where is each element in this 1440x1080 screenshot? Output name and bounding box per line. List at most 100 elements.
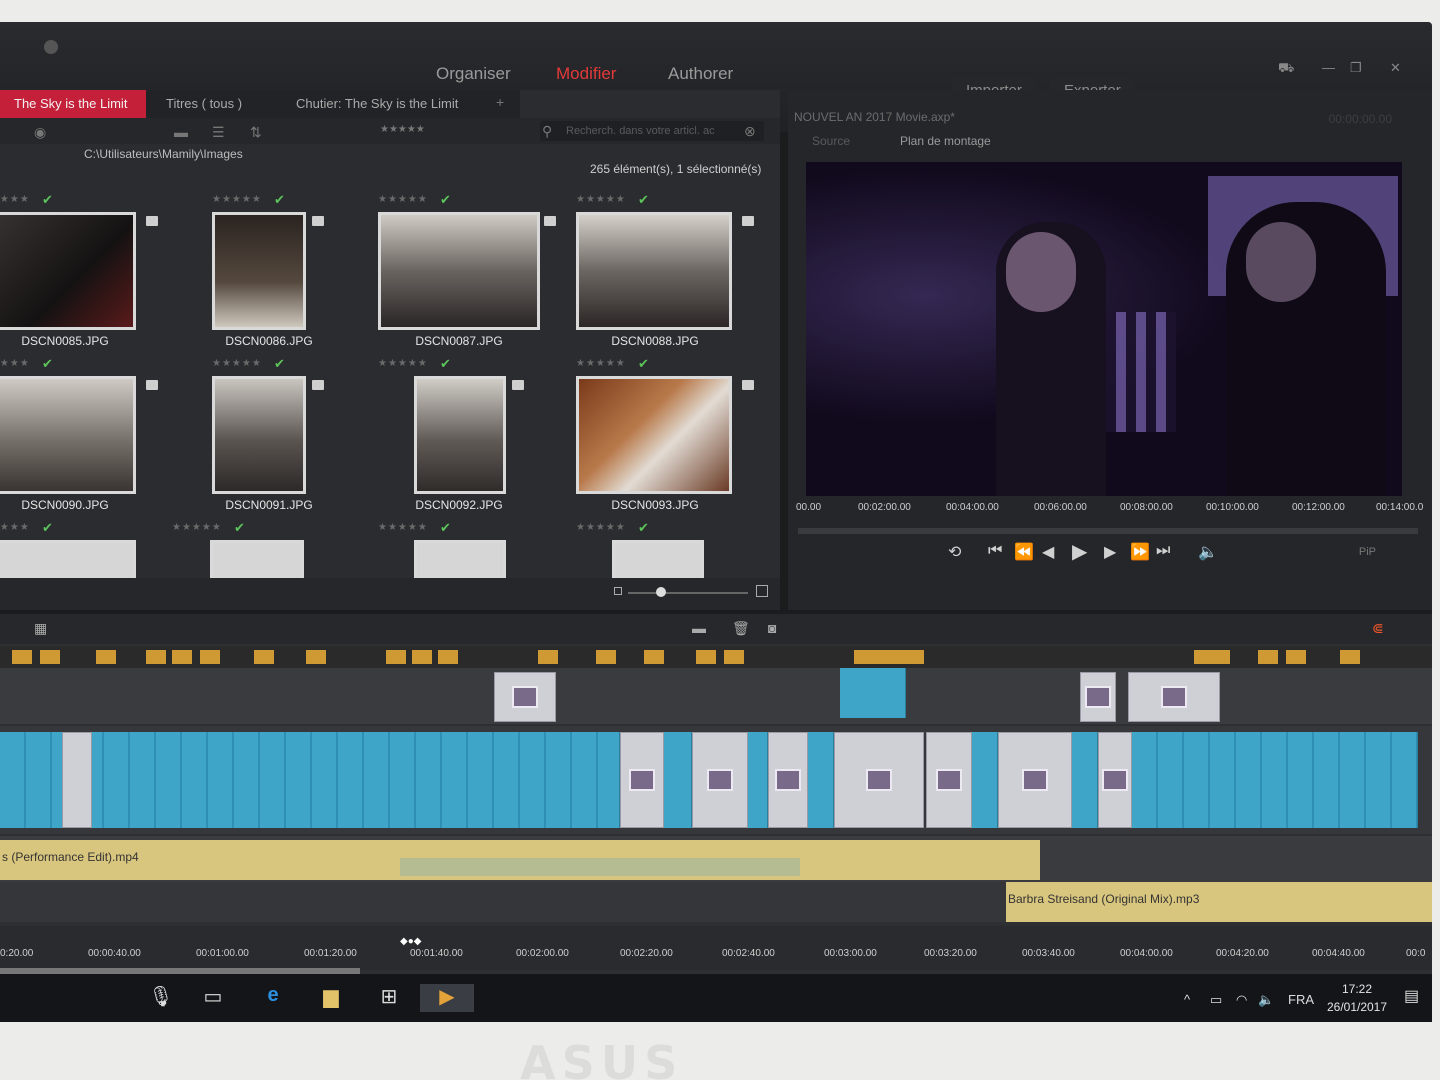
rating-filter-icon[interactable]: ★★★★★	[380, 124, 425, 135]
audio-clip[interactable]: Barbra Streisand (Original Mix).mp3	[1006, 882, 1432, 922]
play-icon[interactable]: ▶	[1072, 539, 1087, 564]
playhead-marker[interactable]: ◆●◆	[400, 936, 421, 947]
transition-clip[interactable]	[62, 732, 92, 828]
minimize-icon[interactable]: —	[1322, 60, 1335, 75]
marker[interactable]	[306, 650, 326, 664]
folder-icon[interactable]	[742, 380, 754, 390]
marker[interactable]	[596, 650, 616, 664]
media-item[interactable]: ★★★★★ ✔ DSCN0093.JPG	[576, 356, 766, 523]
rating-stars[interactable]: ★★★★★	[378, 522, 428, 533]
media-item[interactable]: ★★★★★ ✔ DSCN0087.JPG	[378, 192, 568, 359]
title-clip[interactable]	[620, 732, 664, 828]
language-indicator[interactable]: FRA	[1288, 992, 1314, 1007]
zoom-large-icon[interactable]	[756, 585, 768, 597]
battery-icon[interactable]: ▭	[1210, 992, 1222, 1008]
rating-stars[interactable]: ★★★★★	[212, 358, 262, 369]
marker[interactable]	[40, 650, 60, 664]
marker[interactable]	[724, 650, 744, 664]
marker[interactable]	[172, 650, 192, 664]
scrubber[interactable]	[798, 528, 1418, 534]
photo-clips[interactable]	[1132, 732, 1418, 828]
zoom-small-icon[interactable]	[614, 587, 622, 595]
tab-collection[interactable]: Chutier: The Sky is the Limit	[282, 90, 472, 118]
zoom-slider[interactable]	[628, 592, 748, 594]
marker[interactable]	[696, 650, 716, 664]
grid-icon[interactable]: ▦	[34, 620, 47, 637]
folder-icon[interactable]: ▬	[174, 124, 188, 140]
add-tab-icon[interactable]: +	[496, 94, 504, 110]
preview-ruler[interactable]: 00.00 00:02:00.00 00:04:00.00 00:06:00.0…	[796, 496, 1426, 532]
trash-icon[interactable]: 🗑	[732, 620, 750, 637]
edge-icon[interactable]: e	[258, 984, 288, 1012]
title-clip[interactable]	[834, 732, 924, 828]
marker[interactable]	[1258, 650, 1278, 664]
folder-icon[interactable]	[312, 216, 324, 226]
zoom-slider-handle[interactable]	[656, 587, 666, 597]
folder-icon[interactable]	[742, 216, 754, 226]
maximize-icon[interactable]: ❐	[1350, 60, 1362, 76]
marker[interactable]	[538, 650, 558, 664]
step-back-icon[interactable]: ◀	[1042, 542, 1054, 562]
marker[interactable]	[854, 650, 924, 664]
rating-stars[interactable]: ★★★★★	[0, 194, 30, 205]
rating-stars[interactable]: ★★★★★	[378, 194, 428, 205]
tab-source[interactable]: Source	[812, 134, 850, 148]
previous-icon[interactable]: ⏪	[1014, 542, 1034, 562]
filter-icon[interactable]: ◉	[34, 124, 46, 141]
rating-stars[interactable]: ★★★★★	[576, 358, 626, 369]
photo-clip[interactable]	[1072, 732, 1098, 828]
media-item[interactable]: ★★★★★ ✔	[172, 520, 362, 582]
marker[interactable]	[438, 650, 458, 664]
folder-icon[interactable]	[146, 216, 158, 226]
folder-icon[interactable]	[512, 380, 524, 390]
task-view-icon[interactable]: ▭	[198, 984, 228, 1012]
cart-icon[interactable]: ⛟	[1278, 60, 1294, 78]
marker[interactable]	[254, 650, 274, 664]
tab-modifier[interactable]: Modifier	[556, 64, 616, 84]
store-icon[interactable]: ⊞	[374, 984, 404, 1012]
media-item[interactable]: ★★★★★ ✔ DSCN0088.JPG	[576, 192, 766, 359]
photo-clips[interactable]	[0, 732, 620, 828]
go-to-start-icon[interactable]: ⏮	[988, 542, 1002, 560]
list-view-icon[interactable]: ☰	[212, 124, 225, 141]
tab-timeline[interactable]: Plan de montage	[900, 134, 991, 148]
step-forward-icon[interactable]: ▶	[1104, 542, 1116, 562]
marker[interactable]	[146, 650, 166, 664]
rating-stars[interactable]: ★★★★★	[0, 358, 30, 369]
marker[interactable]	[412, 650, 432, 664]
audio-clip[interactable]: s (Performance Edit).mp4	[0, 840, 1040, 880]
rating-stars[interactable]: ★★★★★	[172, 522, 222, 533]
photo-clip[interactable]	[808, 732, 834, 828]
clock[interactable]: 17:22 26/01/2017	[1322, 980, 1392, 1016]
photo-clip[interactable]	[972, 732, 998, 828]
razor-icon[interactable]: ▬	[692, 620, 706, 636]
loop-icon[interactable]: ⟲	[948, 542, 961, 562]
title-clip[interactable]	[1080, 672, 1116, 722]
volume-icon[interactable]: 🔈	[1198, 542, 1218, 562]
title-clip[interactable]	[768, 732, 808, 828]
rating-stars[interactable]: ★★★★★	[576, 194, 626, 205]
media-item[interactable]: ★★★★★ ✔ DSCN0091.JPG	[212, 356, 402, 523]
toolbar-icon[interactable]: ⋐	[1372, 620, 1384, 637]
pinnacle-studio-icon[interactable]: ▶	[420, 984, 474, 1012]
volume-icon[interactable]: 🔈	[1258, 992, 1274, 1008]
tab-titles[interactable]: Titres ( tous )	[152, 90, 256, 118]
snapshot-icon[interactable]: ◙	[768, 620, 776, 636]
media-item[interactable]: ★★★★★ ✔	[576, 520, 766, 582]
overlay-clip[interactable]	[840, 668, 906, 718]
title-clip[interactable]	[692, 732, 748, 828]
photo-clip[interactable]	[664, 732, 692, 828]
media-item[interactable]: ★★★★★ ✔ DSCN0086.JPG	[212, 192, 402, 359]
rating-stars[interactable]: ★★★★★	[378, 358, 428, 369]
media-item[interactable]: ★★★★★ ✔ DSCN0090.JPG	[0, 356, 170, 523]
marker[interactable]	[12, 650, 32, 664]
tab-authorer[interactable]: Authorer	[668, 64, 733, 84]
media-item[interactable]: ★★★★★ ✔	[0, 520, 170, 582]
file-explorer-icon[interactable]: ▆	[316, 984, 346, 1012]
search-input[interactable]: Recherch. dans votre articl. ac	[540, 121, 764, 141]
marker[interactable]	[96, 650, 116, 664]
microphone-icon[interactable]: 🎙	[146, 984, 176, 1012]
marker[interactable]	[644, 650, 664, 664]
photo-clip[interactable]	[748, 732, 768, 828]
rating-stars[interactable]: ★★★★★	[576, 522, 626, 533]
